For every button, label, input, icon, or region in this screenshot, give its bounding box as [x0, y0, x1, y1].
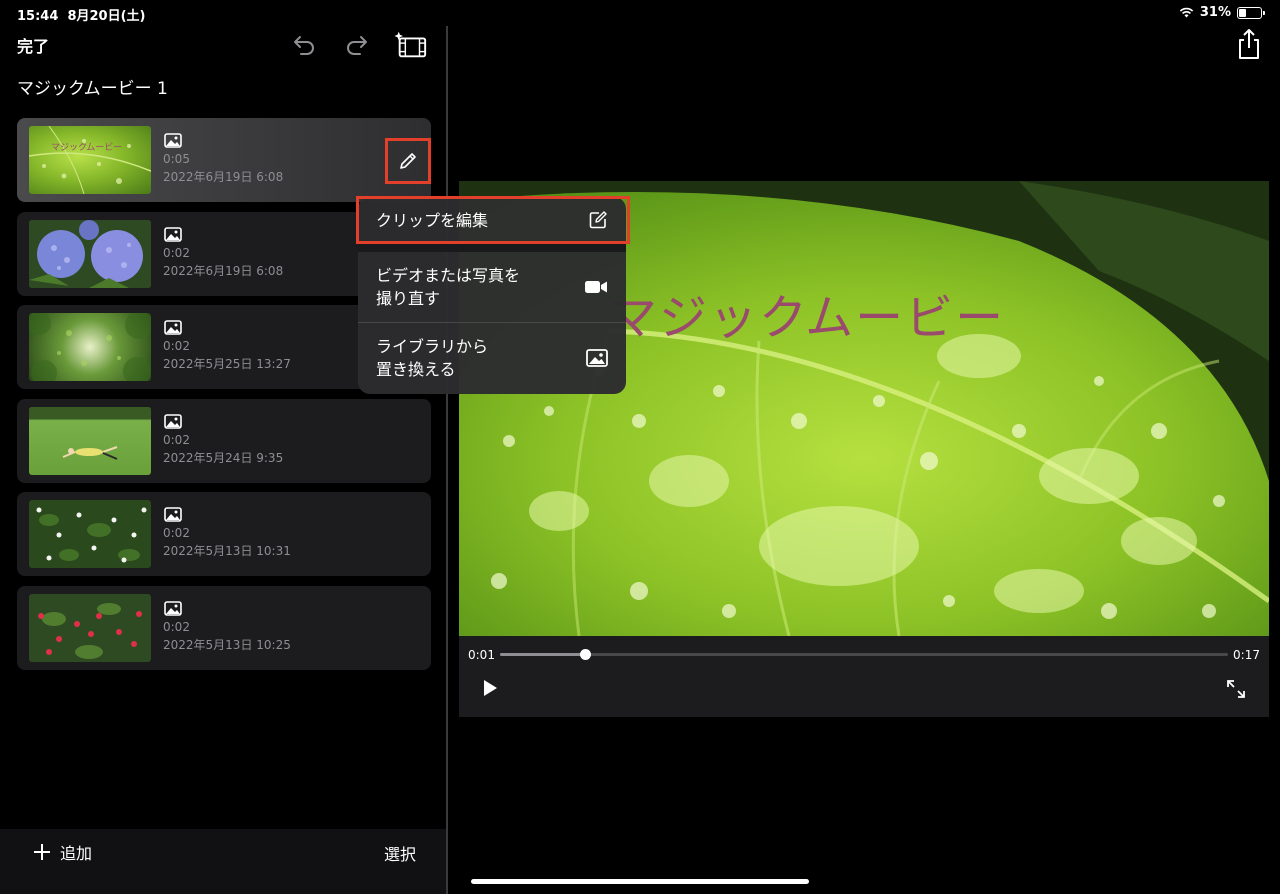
clip-duration: 0:05 [163, 152, 190, 166]
clip-item[interactable]: マジックムービー 0:05 2022年6月19日 6:08 [17, 118, 431, 202]
panel-divider [446, 26, 448, 894]
clip-duration: 0:02 [163, 339, 190, 353]
share-icon[interactable] [1236, 28, 1262, 64]
edit-clip-pencil-button[interactable] [385, 138, 431, 184]
clip-date: 2022年5月25日 13:27 [163, 357, 291, 371]
scrubber-handle[interactable] [580, 649, 592, 660]
battery-percent: 31% [1199, 5, 1231, 20]
video-camera-icon [585, 281, 607, 293]
clip-thumbnail-red-flowers [29, 593, 151, 662]
clip-thumbnail-hydrangea [29, 219, 151, 288]
current-time: 0:01 [468, 648, 495, 662]
photo-icon [164, 226, 182, 242]
total-time: 0:17 [1233, 648, 1260, 662]
photo-icon [164, 413, 182, 429]
playback-scrubber[interactable] [500, 649, 1228, 660]
photo-icon [164, 507, 182, 522]
project-title: マジックムービー 1 [17, 79, 168, 99]
play-icon[interactable] [481, 678, 499, 702]
clip-date: 2022年5月13日 10:25 [163, 637, 291, 652]
clip-date: 2022年5月24日 9:35 [163, 450, 284, 465]
clip-thumbnail-white-flowers [29, 500, 151, 568]
menu-item-replace-from-library[interactable]: ライブラリから 置き換える [358, 323, 626, 393]
project-sidebar: 完了 マジックムービー 1 マジックムービー 0:05 2022年6月19日 6… [0, 0, 446, 894]
menu-item-label: ライブラリから 置き換える [376, 337, 489, 379]
clip-duration: 0:02 [163, 432, 190, 447]
status-right: 31% [1179, 5, 1265, 20]
clip-item[interactable]: 0:02 2022年5月24日 9:35 [17, 398, 431, 483]
svg-text:マジックムービー: マジックムービー [51, 142, 122, 153]
fullscreen-icon[interactable] [1225, 678, 1247, 704]
menu-item-label: ビデオまたは写真を 撮り直す [376, 266, 521, 308]
battery-icon [1237, 6, 1265, 19]
add-button[interactable]: 追加 [32, 840, 92, 864]
clip-date: 2022年6月19日 6:08 [163, 170, 284, 184]
clip-item[interactable]: 0:02 2022年5月13日 10:31 [17, 492, 431, 576]
clip-duration: 0:02 [163, 526, 190, 540]
wifi-icon [1179, 7, 1194, 18]
menu-item-retake[interactable]: ビデオまたは写真を 撮り直す [358, 252, 626, 322]
pencil-icon [400, 153, 416, 169]
add-label: 追加 [60, 844, 93, 863]
magic-movie-icon[interactable] [394, 28, 428, 62]
undo-icon[interactable] [287, 28, 321, 62]
clip-thumbnail-tree-canopy [29, 313, 151, 381]
redo-icon[interactable] [340, 28, 374, 62]
clip-thumbnail-person-on-grass [29, 406, 151, 475]
clip-duration: 0:02 [163, 245, 190, 260]
menu-section-divider [358, 243, 626, 252]
done-button[interactable]: 完了 [17, 33, 49, 57]
photo-icon [164, 133, 182, 148]
select-button[interactable]: 選択 [384, 841, 416, 865]
clip-item[interactable]: 0:02 2022年5月13日 10:25 [17, 585, 431, 670]
photo-icon [164, 600, 182, 616]
clip-date: 2022年5月13日 10:31 [163, 544, 291, 558]
home-indicator [471, 879, 809, 884]
clip-date: 2022年6月19日 6:08 [163, 263, 284, 278]
photo-icon [164, 320, 182, 335]
clip-duration: 0:02 [163, 619, 190, 634]
clip-thumbnail-leaf-title: マジックムービー [29, 126, 151, 194]
video-title-overlay: マジックムービー [609, 290, 1006, 346]
plus-icon [34, 844, 50, 860]
image-icon [586, 349, 608, 367]
edit-clip-highlight [356, 196, 630, 244]
